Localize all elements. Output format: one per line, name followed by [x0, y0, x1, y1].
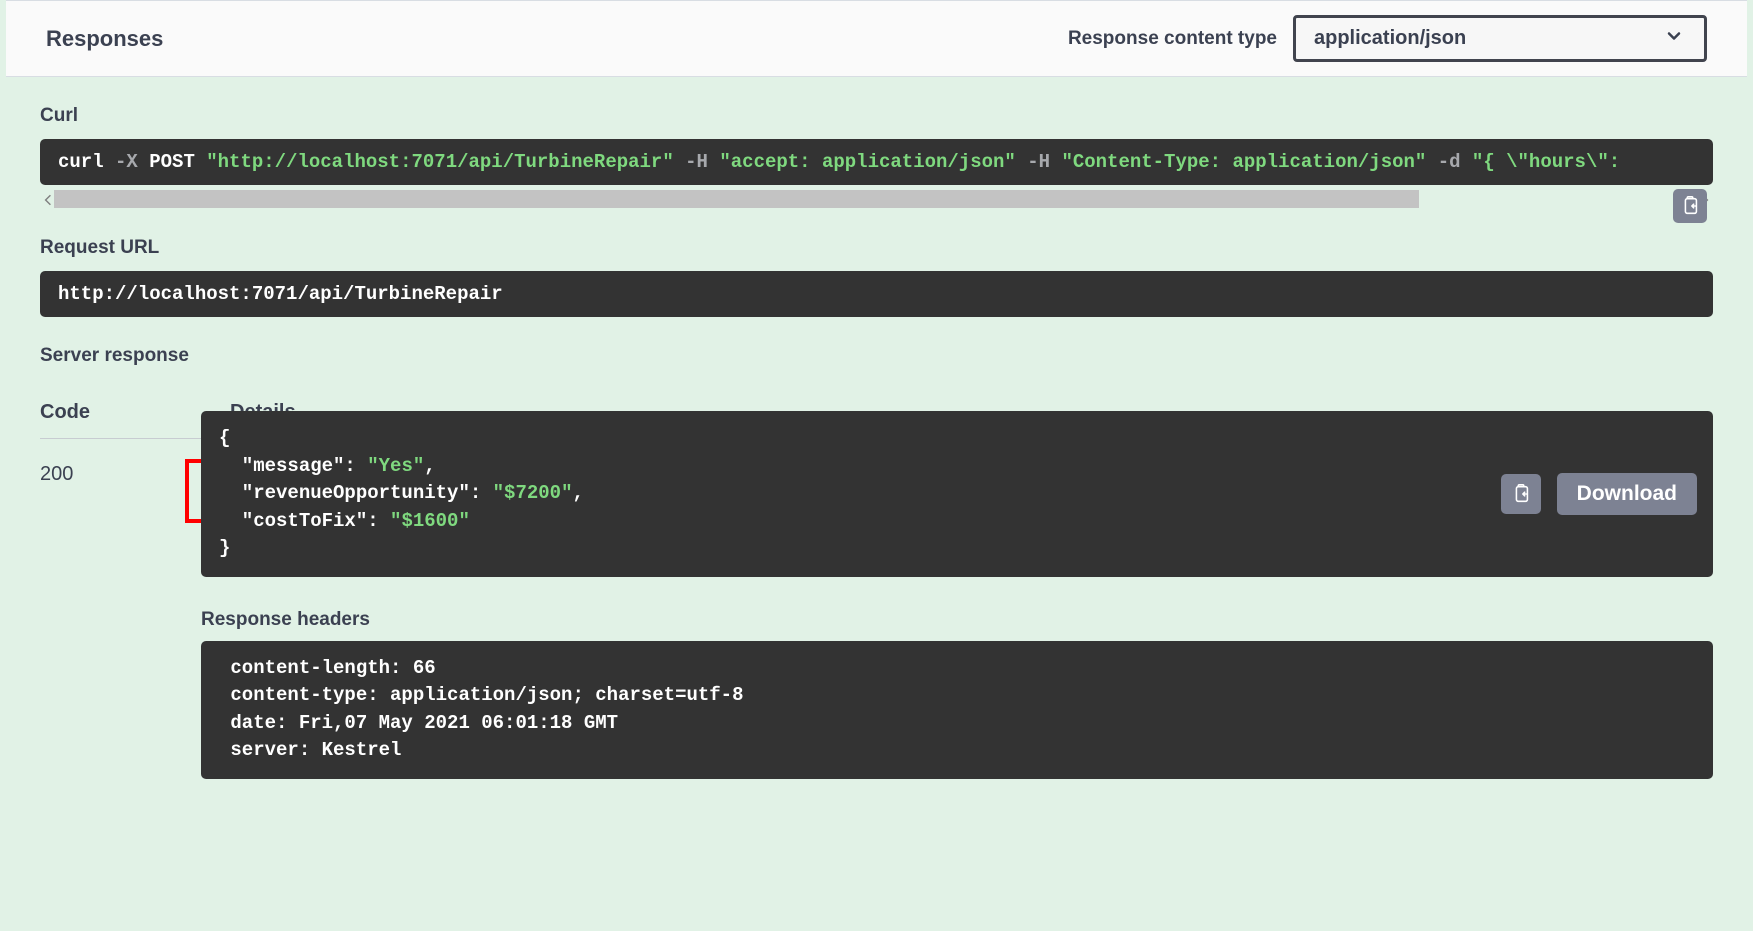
curl-label: Curl — [40, 105, 1713, 127]
content-type-label: Response content type — [1068, 28, 1277, 50]
request-url-label: Request URL — [40, 237, 1713, 259]
request-url-codebox[interactable]: http://localhost:7071/api/TurbineRepair — [40, 271, 1713, 317]
content-type-wrap: Response content type application/json — [1068, 15, 1707, 62]
response-headers-codebox[interactable]: content-length: 66 content-type: applica… — [201, 641, 1713, 779]
scroll-left-icon[interactable] — [42, 193, 54, 205]
responses-title: Responses — [46, 26, 163, 52]
content-type-select[interactable]: application/json — [1293, 15, 1707, 62]
response-code: 200 — [40, 459, 135, 779]
response-body-codebox[interactable]: { "message": "Yes", "revenueOpportunity"… — [201, 411, 1713, 577]
clipboard-icon — [1679, 195, 1701, 217]
response-row: 200 Response body { "message": "Yes", "r… — [40, 459, 1713, 779]
download-button[interactable]: Download — [1557, 473, 1697, 515]
scrollbar-track[interactable] — [54, 190, 1699, 208]
copy-response-button[interactable] — [1501, 474, 1541, 514]
responses-header: Responses Response content type applicat… — [6, 0, 1747, 77]
content-type-value: application/json — [1314, 27, 1466, 50]
scrollbar-thumb[interactable] — [54, 190, 1419, 208]
curl-block: curl -X POST "http://localhost:7071/api/… — [40, 139, 1713, 209]
chevron-down-icon — [1664, 26, 1684, 52]
request-url-value: http://localhost:7071/api/TurbineRepair — [58, 283, 503, 305]
server-response-label: Server response — [40, 345, 1713, 367]
copy-curl-button[interactable] — [1673, 189, 1707, 223]
response-headers-label: Response headers — [201, 609, 1713, 631]
curl-codebox[interactable]: curl -X POST "http://localhost:7071/api/… — [40, 139, 1713, 185]
column-code-header: Code — [40, 401, 140, 424]
clipboard-icon — [1510, 483, 1532, 505]
response-details: Response body { "message": "Yes", "reven… — [185, 459, 1713, 779]
curl-horizontal-scrollbar[interactable] — [40, 185, 1713, 209]
